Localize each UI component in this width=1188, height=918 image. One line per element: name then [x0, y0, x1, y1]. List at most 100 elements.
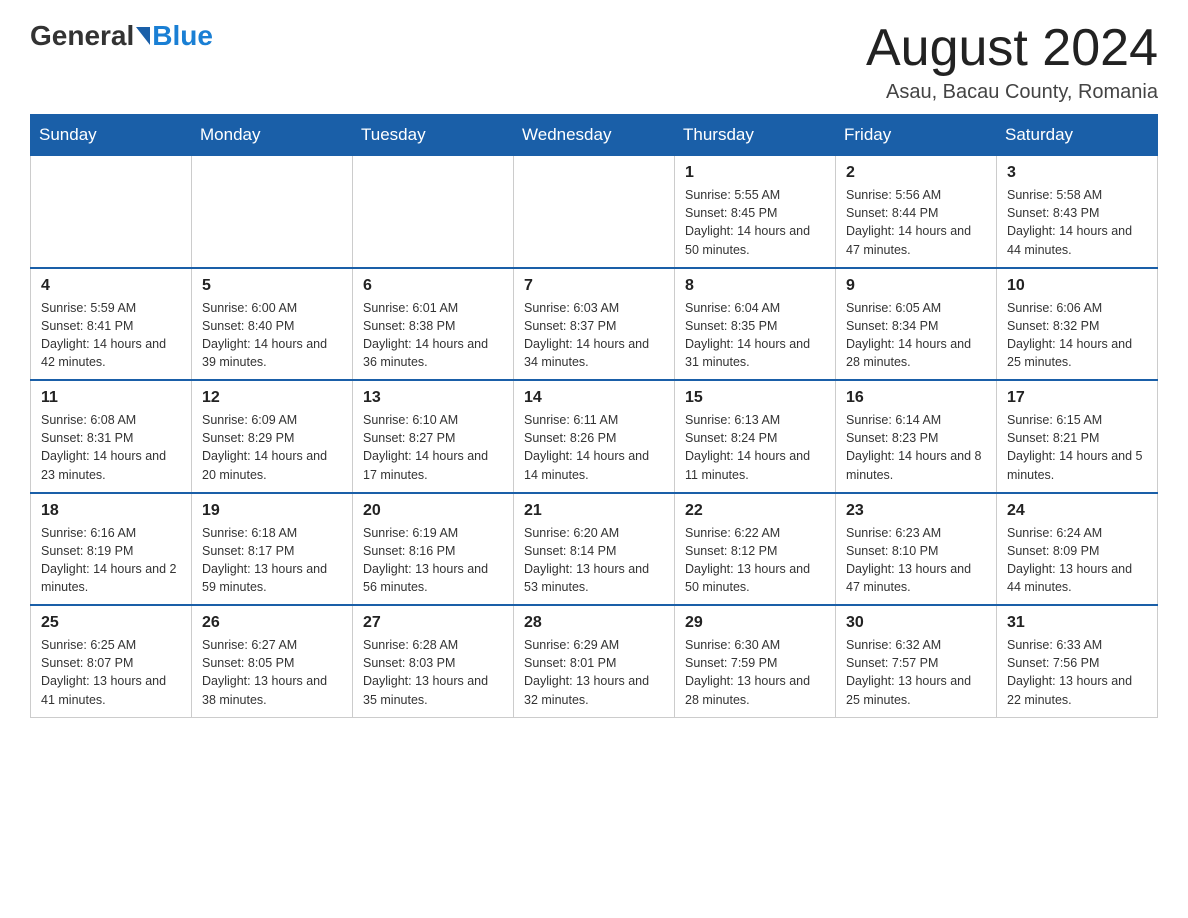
day-info: Sunrise: 5:56 AM Sunset: 8:44 PM Dayligh…	[846, 186, 986, 259]
day-number: 5	[202, 277, 342, 295]
calendar-cell: 5Sunrise: 6:00 AM Sunset: 8:40 PM Daylig…	[192, 268, 353, 381]
calendar-cell	[514, 156, 675, 268]
day-number: 10	[1007, 277, 1147, 295]
calendar-cell: 16 Sunrise: 6:14 AM Sunset: 8:23 PM Dayli…	[836, 380, 997, 493]
calendar-week-2: 4 Sunrise: 5:59 AM Sunset: 8:41 PM Daylig…	[31, 268, 1158, 381]
calendar-cell: 30Sunrise: 6:32 AM Sunset: 7:57 PM Dayli…	[836, 605, 997, 717]
page-header: General Blue August 2024 Asau, Bacau Cou…	[30, 20, 1158, 104]
day-info: Sunrise: 5:55 AM Sunset: 8:45 PM Dayligh…	[685, 186, 825, 259]
calendar-cell: 22Sunrise: 6:22 AM Sunset: 8:12 PM Dayli…	[675, 493, 836, 606]
day-info: Sunrise: 6:20 AM Sunset: 8:14 PM Dayligh…	[524, 524, 664, 597]
day-number: 6	[363, 277, 503, 295]
calendar-cell: 21 Sunrise: 6:20 AM Sunset: 8:14 PM Dayli…	[514, 493, 675, 606]
day-info: Sunrise: 6:15 AM Sunset: 8:21 PM Dayligh…	[1007, 411, 1147, 484]
calendar-cell: 25Sunrise: 6:25 AM Sunset: 8:07 PM Dayli…	[31, 605, 192, 717]
day-info: Sunrise: 6:30 AM Sunset: 7:59 PM Dayligh…	[685, 636, 825, 709]
day-info: Sunrise: 6:03 AM Sunset: 8:37 PM Dayligh…	[524, 299, 664, 372]
calendar-cell: 2 Sunrise: 5:56 AM Sunset: 8:44 PM Daylig…	[836, 156, 997, 268]
day-number: 28	[524, 614, 664, 632]
col-header-wednesday: Wednesday	[514, 115, 675, 156]
col-header-saturday: Saturday	[997, 115, 1158, 156]
calendar-cell: 6 Sunrise: 6:01 AM Sunset: 8:38 PM Daylig…	[353, 268, 514, 381]
day-number: 21	[524, 502, 664, 520]
logo: General Blue	[30, 20, 213, 52]
col-header-monday: Monday	[192, 115, 353, 156]
day-info: Sunrise: 6:13 AM Sunset: 8:24 PM Dayligh…	[685, 411, 825, 484]
day-number: 16	[846, 389, 986, 407]
calendar-cell: 20 Sunrise: 6:19 AM Sunset: 8:16 PM Dayli…	[353, 493, 514, 606]
day-info: Sunrise: 6:10 AM Sunset: 8:27 PM Dayligh…	[363, 411, 503, 484]
day-info: Sunrise: 6:29 AM Sunset: 8:01 PM Dayligh…	[524, 636, 664, 709]
calendar-cell: 4 Sunrise: 5:59 AM Sunset: 8:41 PM Daylig…	[31, 268, 192, 381]
day-number: 12	[202, 389, 342, 407]
day-info: Sunrise: 6:33 AM Sunset: 7:56 PM Dayligh…	[1007, 636, 1147, 709]
calendar-cell: 17Sunrise: 6:15 AM Sunset: 8:21 PM Dayli…	[997, 380, 1158, 493]
day-info: Sunrise: 6:32 AM Sunset: 7:57 PM Dayligh…	[846, 636, 986, 709]
day-info: Sunrise: 5:58 AM Sunset: 8:43 PM Dayligh…	[1007, 186, 1147, 259]
calendar-cell: 19 Sunrise: 6:18 AM Sunset: 8:17 PM Dayli…	[192, 493, 353, 606]
day-number: 29	[685, 614, 825, 632]
day-number: 20	[363, 502, 503, 520]
day-number: 4	[41, 277, 181, 295]
day-info: Sunrise: 5:59 AM Sunset: 8:41 PM Dayligh…	[41, 299, 181, 372]
day-info: Sunrise: 6:04 AM Sunset: 8:35 PM Dayligh…	[685, 299, 825, 372]
day-number: 27	[363, 614, 503, 632]
day-number: 13	[363, 389, 503, 407]
logo-arrow-icon	[136, 27, 150, 45]
title-section: August 2024 Asau, Bacau County, Romania	[866, 20, 1158, 104]
day-info: Sunrise: 6:06 AM Sunset: 8:32 PM Dayligh…	[1007, 299, 1147, 372]
col-header-friday: Friday	[836, 115, 997, 156]
calendar-cell: 29 Sunrise: 6:30 AM Sunset: 7:59 PM Dayli…	[675, 605, 836, 717]
day-info: Sunrise: 6:24 AM Sunset: 8:09 PM Dayligh…	[1007, 524, 1147, 597]
day-number: 18	[41, 502, 181, 520]
day-info: Sunrise: 6:14 AM Sunset: 8:23 PM Dayligh…	[846, 411, 986, 484]
calendar-cell: 15 Sunrise: 6:13 AM Sunset: 8:24 PM Dayli…	[675, 380, 836, 493]
calendar-cell: 23 Sunrise: 6:23 AM Sunset: 8:10 PM Dayli…	[836, 493, 997, 606]
col-header-tuesday: Tuesday	[353, 115, 514, 156]
calendar-subtitle: Asau, Bacau County, Romania	[866, 81, 1158, 104]
logo-blue-text: Blue	[152, 20, 213, 52]
calendar-cell: 28 Sunrise: 6:29 AM Sunset: 8:01 PM Dayli…	[514, 605, 675, 717]
calendar-cell: 18 Sunrise: 6:16 AM Sunset: 8:19 PM Dayli…	[31, 493, 192, 606]
day-number: 11	[41, 389, 181, 407]
calendar-cell: 26Sunrise: 6:27 AM Sunset: 8:05 PM Dayli…	[192, 605, 353, 717]
day-info: Sunrise: 6:11 AM Sunset: 8:26 PM Dayligh…	[524, 411, 664, 484]
calendar-cell	[192, 156, 353, 268]
calendar-week-1: 1Sunrise: 5:55 AM Sunset: 8:45 PM Daylig…	[31, 156, 1158, 268]
calendar-week-4: 18 Sunrise: 6:16 AM Sunset: 8:19 PM Dayli…	[31, 493, 1158, 606]
day-number: 14	[524, 389, 664, 407]
calendar-cell: 24 Sunrise: 6:24 AM Sunset: 8:09 PM Dayli…	[997, 493, 1158, 606]
calendar-cell: 9 Sunrise: 6:05 AM Sunset: 8:34 PM Daylig…	[836, 268, 997, 381]
calendar-cell: 13 Sunrise: 6:10 AM Sunset: 8:27 PM Dayli…	[353, 380, 514, 493]
day-info: Sunrise: 6:27 AM Sunset: 8:05 PM Dayligh…	[202, 636, 342, 709]
day-number: 24	[1007, 502, 1147, 520]
calendar-cell: 31Sunrise: 6:33 AM Sunset: 7:56 PM Dayli…	[997, 605, 1158, 717]
day-info: Sunrise: 6:25 AM Sunset: 8:07 PM Dayligh…	[41, 636, 181, 709]
calendar-cell: 8Sunrise: 6:04 AM Sunset: 8:35 PM Daylig…	[675, 268, 836, 381]
day-number: 2	[846, 164, 986, 182]
day-info: Sunrise: 6:05 AM Sunset: 8:34 PM Dayligh…	[846, 299, 986, 372]
calendar-cell: 12 Sunrise: 6:09 AM Sunset: 8:29 PM Dayli…	[192, 380, 353, 493]
day-info: Sunrise: 6:01 AM Sunset: 8:38 PM Dayligh…	[363, 299, 503, 372]
calendar-header-row: SundayMondayTuesdayWednesdayThursdayFrid…	[31, 115, 1158, 156]
calendar-title: August 2024	[866, 20, 1158, 77]
calendar-cell: 10 Sunrise: 6:06 AM Sunset: 8:32 PM Dayli…	[997, 268, 1158, 381]
day-info: Sunrise: 6:23 AM Sunset: 8:10 PM Dayligh…	[846, 524, 986, 597]
day-info: Sunrise: 6:08 AM Sunset: 8:31 PM Dayligh…	[41, 411, 181, 484]
day-info: Sunrise: 6:22 AM Sunset: 8:12 PM Dayligh…	[685, 524, 825, 597]
day-number: 23	[846, 502, 986, 520]
day-info: Sunrise: 6:18 AM Sunset: 8:17 PM Dayligh…	[202, 524, 342, 597]
day-info: Sunrise: 6:19 AM Sunset: 8:16 PM Dayligh…	[363, 524, 503, 597]
calendar-cell: 3Sunrise: 5:58 AM Sunset: 8:43 PM Daylig…	[997, 156, 1158, 268]
calendar-cell: 11 Sunrise: 6:08 AM Sunset: 8:31 PM Dayli…	[31, 380, 192, 493]
calendar-cell: 27Sunrise: 6:28 AM Sunset: 8:03 PM Dayli…	[353, 605, 514, 717]
col-header-sunday: Sunday	[31, 115, 192, 156]
day-info: Sunrise: 6:16 AM Sunset: 8:19 PM Dayligh…	[41, 524, 181, 597]
calendar-week-3: 11 Sunrise: 6:08 AM Sunset: 8:31 PM Dayli…	[31, 380, 1158, 493]
day-number: 7	[524, 277, 664, 295]
calendar-cell: 14 Sunrise: 6:11 AM Sunset: 8:26 PM Dayli…	[514, 380, 675, 493]
day-number: 15	[685, 389, 825, 407]
day-number: 19	[202, 502, 342, 520]
day-number: 9	[846, 277, 986, 295]
day-info: Sunrise: 6:09 AM Sunset: 8:29 PM Dayligh…	[202, 411, 342, 484]
